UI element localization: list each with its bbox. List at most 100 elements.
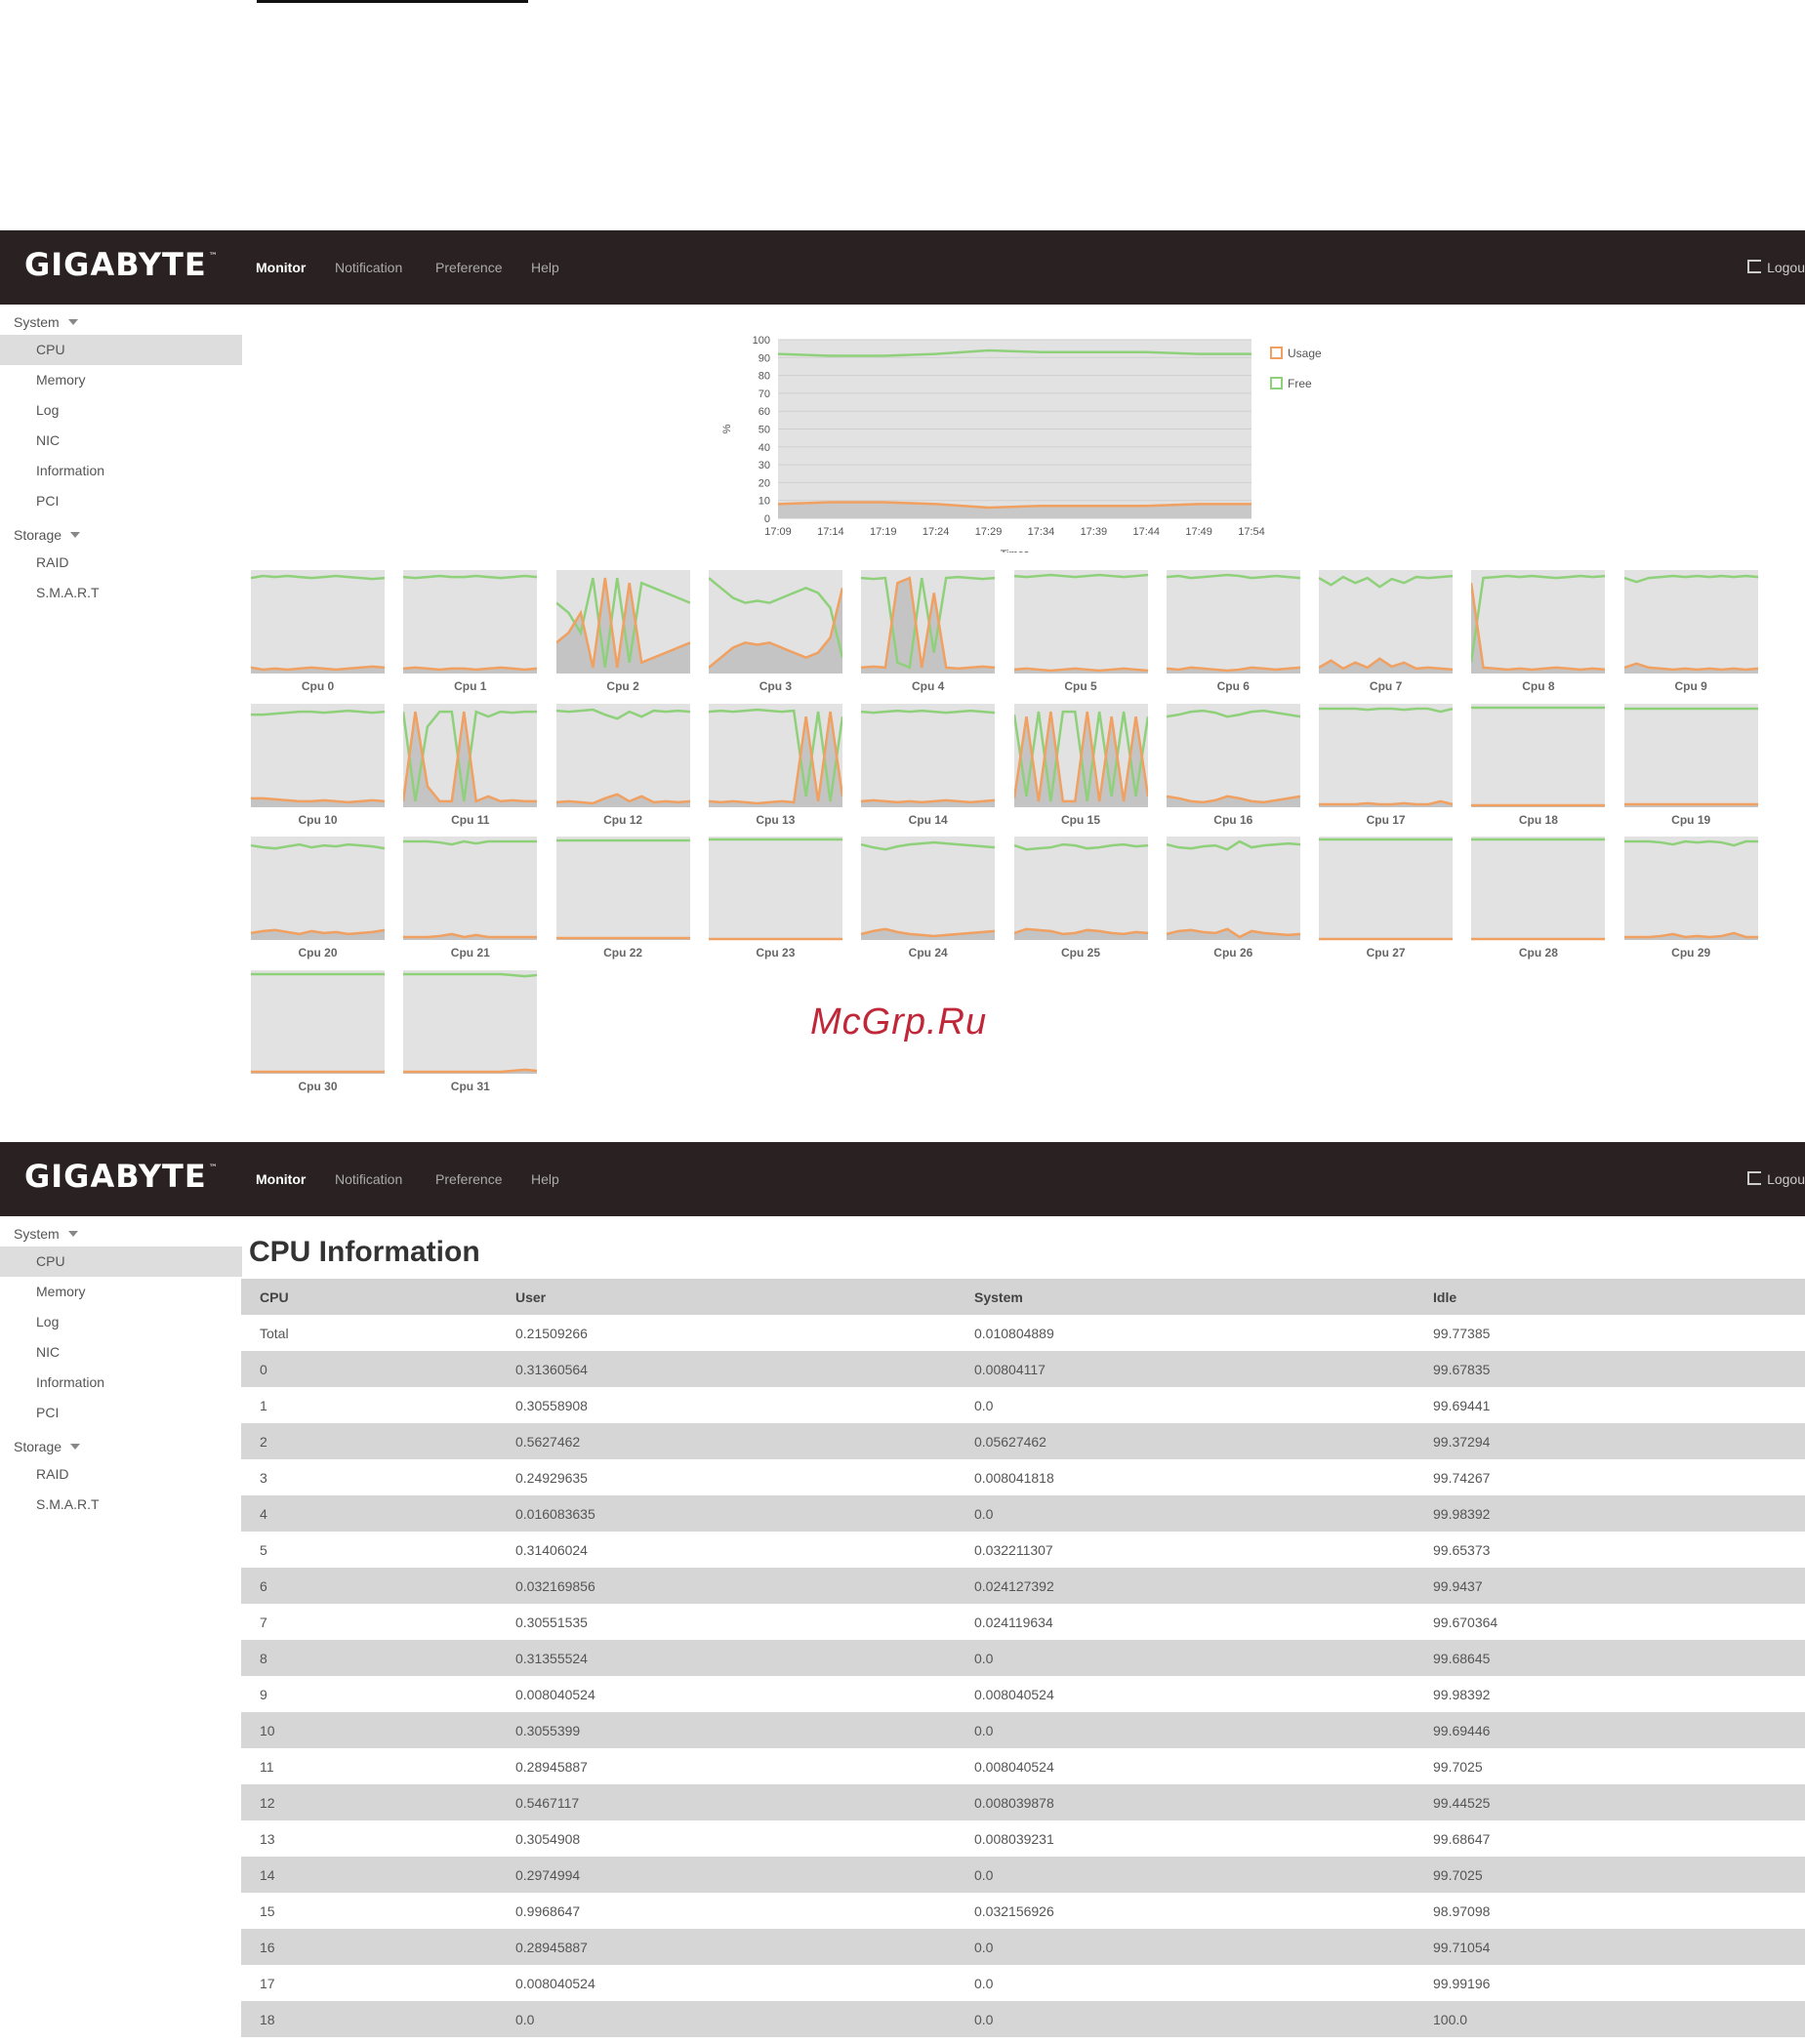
cell-cpu: 1: [241, 1387, 497, 1423]
cell-cpu: Total: [241, 1315, 497, 1351]
cell-user: 0.31360564: [497, 1351, 956, 1387]
cpu-mini-chart-label: Cpu 22: [603, 946, 643, 960]
sidebar-item-smart[interactable]: S.M.A.R.T: [0, 1490, 242, 1520]
cpu-mini-chart: Cpu 4: [861, 570, 996, 697]
logout-icon: [1747, 1171, 1762, 1185]
cpu-mini-chart: Cpu 28: [1471, 837, 1606, 963]
nav-monitor[interactable]: Monitor: [256, 230, 306, 305]
cpu-mini-chart-label: Cpu 27: [1366, 946, 1406, 960]
sidebar-item-cpu[interactable]: CPU: [0, 1247, 242, 1277]
sidebar-group-system[interactable]: System: [14, 1226, 78, 1242]
cell-system: 0.0: [956, 1965, 1415, 2001]
cpu-mini-chart-label: Cpu 31: [450, 1079, 490, 1093]
cell-user: 0.3055399: [497, 1712, 956, 1748]
cell-user: 0.016083635: [497, 1495, 956, 1532]
table-row: 4 0.016083635 0.0 99.98392: [241, 1495, 1805, 1532]
sidebar-item-nic[interactable]: NIC: [0, 1337, 242, 1368]
sidebar-group-storage[interactable]: Storage: [14, 1439, 81, 1454]
x-tick-label: 17:34: [1028, 526, 1055, 538]
cpu-mini-chart-svg: [861, 703, 996, 807]
column-header-user: User: [497, 1279, 956, 1315]
cell-cpu: 6: [241, 1568, 497, 1604]
cpu-mini-chart: Cpu 25: [1013, 837, 1148, 963]
cell-idle: 98.97098: [1415, 1893, 1805, 1929]
cell-user: 0.008040524: [497, 1965, 956, 2001]
legend-swatch-free: [1270, 377, 1283, 389]
sidebar-item-information[interactable]: Information: [0, 456, 242, 486]
sidebar-item-raid[interactable]: RAID: [0, 1459, 242, 1490]
cell-system: 0.008039878: [956, 1784, 1415, 1820]
table-row: 14 0.2974994 0.0 99.7025: [241, 1857, 1805, 1893]
cell-cpu: 3: [241, 1459, 497, 1495]
cell-idle: 99.99196: [1415, 1965, 1805, 2001]
cpu-mini-chart-label: Cpu 15: [1060, 812, 1100, 827]
cell-system: 0.010804889: [956, 1315, 1415, 1351]
table-row: 13 0.3054908 0.008039231 99.68647: [241, 1820, 1805, 1857]
cell-idle: 99.7025: [1415, 1748, 1805, 1784]
logout-button[interactable]: Logou: [1747, 230, 1805, 305]
sidebar-item-information[interactable]: Information: [0, 1368, 242, 1398]
cpu-mini-chart-label: Cpu 10: [298, 812, 338, 827]
document-rule: [257, 0, 528, 3]
sidebar-item-memory[interactable]: Memory: [0, 365, 242, 395]
logout-button[interactable]: Logou: [1747, 1142, 1805, 1216]
nav-help[interactable]: Help: [531, 230, 559, 305]
nav-notification[interactable]: Notification: [335, 1142, 402, 1216]
table-row: 18 0.0 0.0 100.0: [241, 2001, 1805, 2037]
cell-cpu: 15: [241, 1893, 497, 1929]
brand-logo[interactable]: GIGABYTE ™: [24, 246, 219, 283]
sidebar-item-pci[interactable]: PCI: [0, 486, 242, 516]
cell-idle: 99.7025: [1415, 1857, 1805, 1893]
cpu-mini-chart-label: Cpu 18: [1518, 812, 1558, 827]
table-row: 8 0.31355524 0.0 99.68645: [241, 1640, 1805, 1676]
mini-plot-background: [1623, 570, 1758, 674]
sidebar-item-memory[interactable]: Memory: [0, 1277, 242, 1307]
sidebar-item-cpu[interactable]: CPU: [0, 335, 242, 365]
sidebar-group-storage[interactable]: Storage: [14, 527, 81, 543]
cell-user: 0.28945887: [497, 1929, 956, 1965]
mini-plot-background: [251, 837, 385, 940]
cell-idle: 99.9437: [1415, 1568, 1805, 1604]
nav-notification[interactable]: Notification: [335, 230, 402, 305]
cpu-info-table: CPU User System Idle Total 0.21509266 0.01…: [241, 1279, 1805, 2037]
nav-preference[interactable]: Preference: [435, 1142, 502, 1216]
cell-system: 0.0: [956, 2001, 1415, 2037]
x-tick-label: 17:14: [817, 526, 844, 538]
cpu-mini-chart: Cpu 18: [1471, 703, 1606, 831]
cpu-mini-chart-svg: [1471, 837, 1606, 941]
cpu-mini-chart-label: Cpu 20: [298, 946, 338, 960]
cpu-mini-chart: Cpu 13: [708, 703, 842, 831]
y-tick-label: 100: [753, 335, 770, 347]
sidebar-item-log[interactable]: Log: [0, 1307, 242, 1337]
x-tick-label: 17:29: [975, 526, 1003, 538]
cell-system: 0.008040524: [956, 1676, 1415, 1712]
column-header-idle: Idle: [1415, 1279, 1805, 1315]
cpu-mini-chart-label: Cpu 2: [606, 679, 639, 693]
y-tick-label: 0: [764, 513, 770, 525]
mini-plot-background: [403, 837, 538, 940]
sidebar-item-nic[interactable]: NIC: [0, 426, 242, 456]
sidebar-item-log[interactable]: Log: [0, 395, 242, 426]
cpu-chart-panel: GIGABYTE ™ Monitor Notification Preferenc…: [0, 230, 1805, 1099]
sidebar-item-pci[interactable]: PCI: [0, 1398, 242, 1428]
brand-logo[interactable]: GIGABYTE ™: [24, 1158, 219, 1195]
sidebar-item-smart[interactable]: S.M.A.R.T: [0, 578, 242, 608]
cpu-total-line-chart: 0 10 20 30 40 50 60 70 80 90 100 17:09 17:14 17:19 17:…: [721, 335, 1322, 552]
cpu-mini-chart-label: Cpu 0: [301, 679, 335, 693]
cell-system: 0.032211307: [956, 1532, 1415, 1568]
cpu-mini-chart-label: Cpu 4: [912, 679, 945, 693]
top-navbar: GIGABYTE ™ Monitor Notification Preferenc…: [0, 1142, 1805, 1216]
cpu-mini-chart: Cpu 12: [555, 703, 690, 831]
nav-monitor[interactable]: Monitor: [256, 1142, 306, 1216]
table-row: 12 0.5467117 0.008039878 99.44525: [241, 1784, 1805, 1820]
sidebar-group-system[interactable]: System: [14, 314, 78, 330]
sidebar-item-raid[interactable]: RAID: [0, 548, 242, 578]
table-row: Total 0.21509266 0.010804889 99.77385: [241, 1315, 1805, 1351]
nav-preference[interactable]: Preference: [435, 230, 502, 305]
y-tick-label: 80: [759, 371, 770, 383]
cpu-mini-chart-label: Cpu 12: [603, 812, 643, 827]
cell-user: 0.5627462: [497, 1423, 956, 1459]
cpu-mini-chart-svg: [555, 703, 690, 807]
nav-help[interactable]: Help: [531, 1142, 559, 1216]
cpu-mini-chart-label: Cpu 30: [298, 1079, 338, 1093]
